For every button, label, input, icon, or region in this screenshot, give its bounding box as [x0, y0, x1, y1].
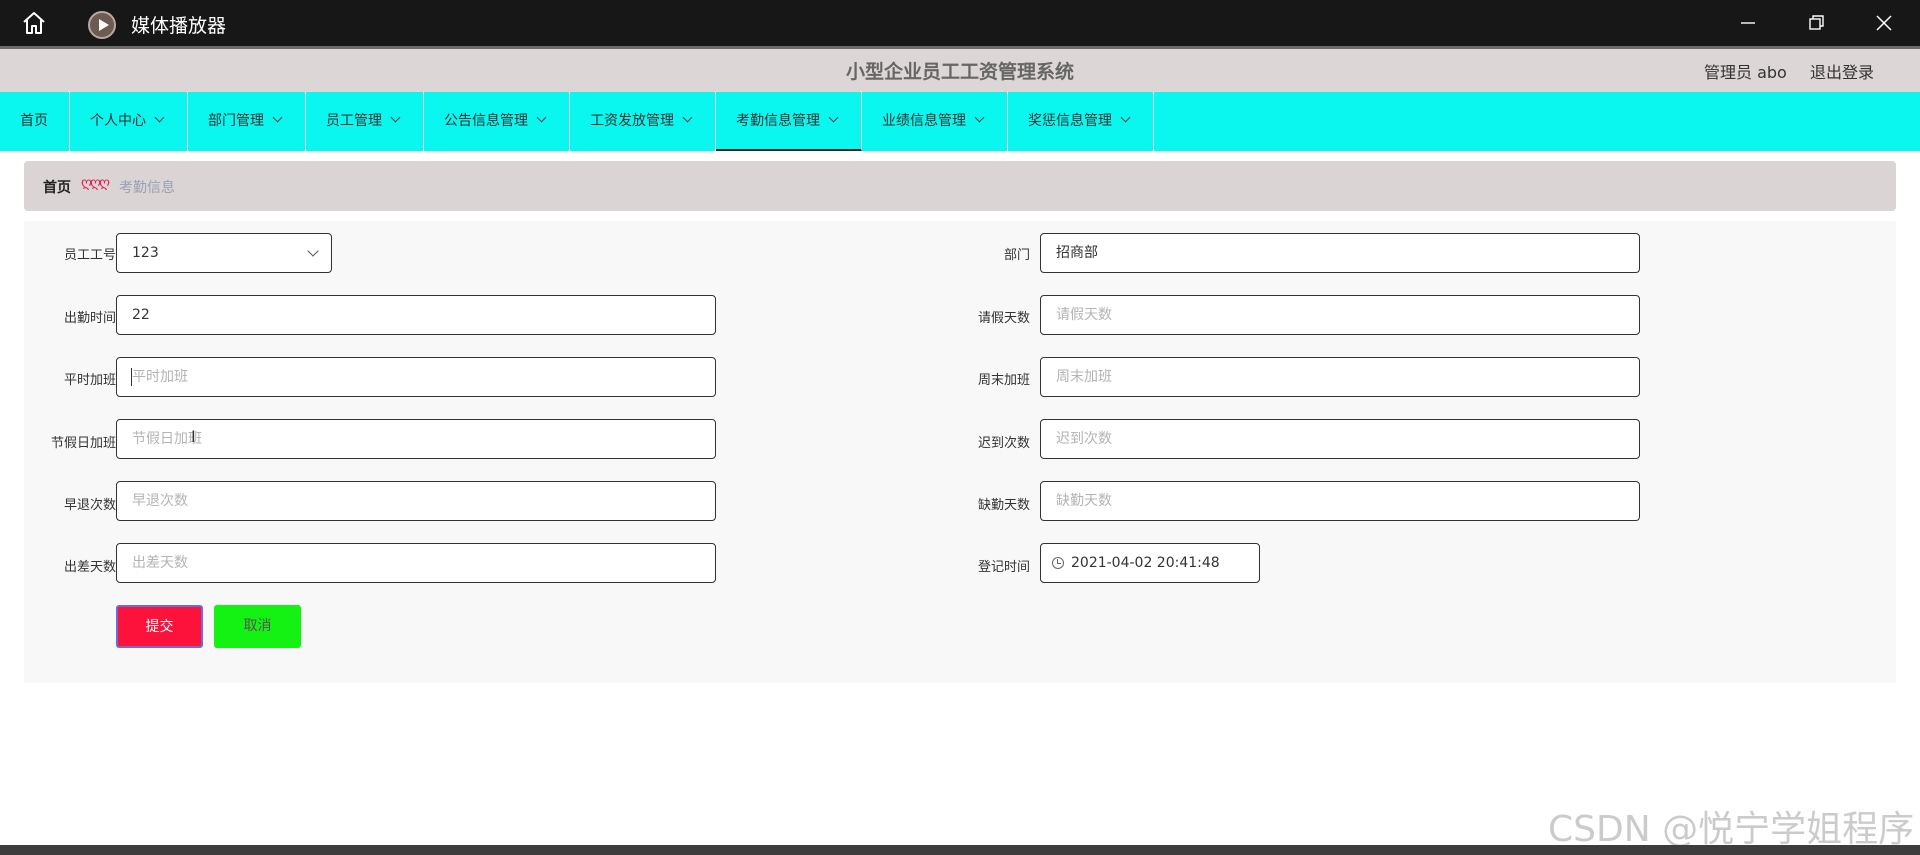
system-title: 小型企业员工工资管理系统	[845, 61, 1074, 83]
nav-item-personal-center[interactable]: 个人中心	[70, 92, 188, 151]
nav-item-attendance-management[interactable]: 考勤信息管理	[716, 92, 862, 151]
chevron-down-icon	[1120, 112, 1131, 123]
weekend-overtime-field[interactable]: 周末加班	[1040, 357, 1640, 397]
text-cursor-icon: I	[191, 427, 196, 446]
weekday-overtime-field[interactable]: 平时加班	[116, 357, 716, 397]
window-title: 媒体播放器	[131, 15, 227, 37]
employee-no-label: 员工工号	[63, 248, 116, 263]
chevron-down-icon	[390, 112, 401, 123]
weekend-overtime-placeholder: 周末加班	[1056, 369, 1112, 385]
bottom-bar	[0, 845, 1920, 855]
early-leave-field[interactable]: 早退次数	[116, 481, 716, 521]
holiday-overtime-label: 节假日加班	[50, 436, 116, 451]
department-label: 部门	[1003, 248, 1030, 263]
weekday-overtime-placeholder: 平时加班	[132, 369, 188, 385]
nav-item-label: 考勤信息管理	[736, 113, 820, 129]
leave-days-label: 请假天数	[977, 311, 1030, 326]
attendance-time-value: 22	[132, 307, 150, 323]
holiday-overtime-field[interactable]: 节假日加班 I	[116, 419, 716, 459]
department-value: 招商部	[1056, 245, 1098, 261]
close-button[interactable]	[1864, 8, 1904, 38]
chevron-down-icon	[154, 112, 165, 123]
nav-item-label: 员工管理	[326, 113, 382, 129]
logout-link[interactable]: 退出登录	[1810, 59, 1874, 83]
clock-icon	[1052, 557, 1064, 569]
nav-item-label: 业绩信息管理	[882, 113, 966, 129]
attendance-form: 员工工号 123 部门 招商部 出勤时间 22 请假天数 请假天数 平时加班 平…	[24, 221, 1896, 683]
absent-days-placeholder: 缺勤天数	[1056, 493, 1112, 509]
main-nav: 首页 个人中心 部门管理 员工管理 公告信息管理 工资发放管理 考勤信息管理 业…	[0, 92, 1920, 151]
leave-days-placeholder: 请假天数	[1056, 307, 1112, 323]
nav-item-notice-management[interactable]: 公告信息管理	[424, 92, 570, 151]
trip-days-placeholder: 出差天数	[132, 555, 188, 571]
register-time-value: 2021-04-02 20:41:48	[1071, 555, 1220, 571]
absent-days-label: 缺勤天数	[977, 498, 1030, 513]
early-leave-label: 早退次数	[63, 498, 116, 513]
nav-item-label: 工资发放管理	[590, 113, 674, 129]
nav-item-label: 部门管理	[208, 113, 264, 129]
attendance-time-label: 出勤时间	[63, 311, 116, 326]
chevron-down-icon	[828, 112, 839, 123]
nav-item-label: 奖惩信息管理	[1028, 113, 1112, 129]
breadcrumb-home[interactable]: 首页	[43, 177, 71, 197]
chevron-down-icon	[536, 112, 547, 123]
department-field[interactable]: 招商部	[1040, 233, 1640, 273]
breadcrumb-current: 考勤信息	[119, 180, 175, 196]
restore-button[interactable]	[1796, 8, 1836, 38]
leave-days-field[interactable]: 请假天数	[1040, 295, 1640, 335]
chevron-down-icon	[974, 112, 985, 123]
text-caret	[131, 368, 132, 386]
absent-days-field[interactable]: 缺勤天数	[1040, 481, 1640, 521]
admin-label: 管理员 abo	[1704, 63, 1787, 82]
media-player-icon	[88, 11, 116, 39]
chevron-down-icon	[307, 245, 319, 257]
system-header: 小型企业员工工资管理系统 管理员 abo 退出登录	[0, 46, 1920, 92]
breadcrumb: 首页 ღღღ 考勤信息	[24, 161, 1896, 211]
breadcrumb-separator-icon: ღღღ	[81, 175, 110, 191]
early-leave-placeholder: 早退次数	[132, 493, 188, 509]
nav-item-label: 首页	[20, 113, 48, 129]
minimize-button[interactable]	[1728, 8, 1768, 38]
late-count-field[interactable]: 迟到次数	[1040, 419, 1640, 459]
nav-item-label: 个人中心	[90, 113, 146, 129]
submit-button[interactable]: 提交	[116, 605, 203, 648]
chevron-down-icon	[682, 112, 693, 123]
weekday-overtime-label: 平时加班	[63, 373, 116, 388]
cancel-button[interactable]: 取消	[214, 605, 301, 648]
late-count-placeholder: 迟到次数	[1056, 431, 1112, 447]
trip-days-field[interactable]: 出差天数	[116, 543, 716, 583]
employee-no-value: 123	[132, 245, 159, 261]
chevron-down-icon	[272, 112, 283, 123]
nav-item-rewards-management[interactable]: 奖惩信息管理	[1008, 92, 1154, 151]
late-count-label: 迟到次数	[977, 436, 1030, 451]
register-time-picker[interactable]: 2021-04-02 20:41:48	[1040, 543, 1260, 583]
nav-item-department-management[interactable]: 部门管理	[188, 92, 306, 151]
home-icon[interactable]	[20, 10, 50, 36]
weekend-overtime-label: 周末加班	[977, 373, 1030, 388]
nav-item-label: 公告信息管理	[444, 113, 528, 129]
attendance-time-field[interactable]: 22	[116, 295, 716, 335]
trip-days-label: 出差天数	[63, 560, 116, 575]
register-time-label: 登记时间	[977, 560, 1030, 575]
nav-item-salary-management[interactable]: 工资发放管理	[570, 92, 716, 151]
nav-item-home[interactable]: 首页	[0, 92, 70, 151]
nav-item-performance-management[interactable]: 业绩信息管理	[862, 92, 1008, 151]
nav-item-employee-management[interactable]: 员工管理	[306, 92, 424, 151]
employee-no-select[interactable]: 123	[116, 233, 332, 273]
window-titlebar: 媒体播放器	[0, 0, 1920, 46]
